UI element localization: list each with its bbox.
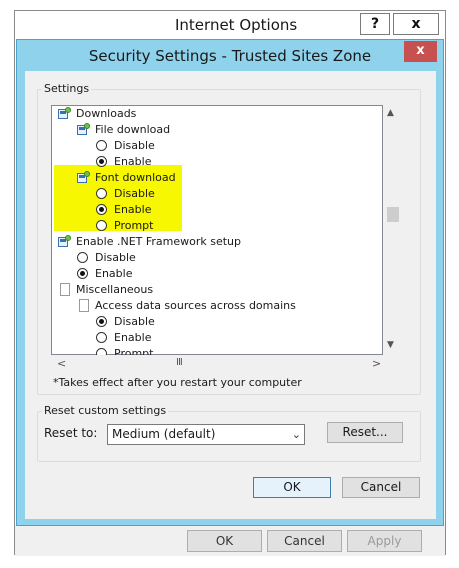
internet-options-title: Internet Options <box>175 16 298 34</box>
radio-button[interactable] <box>96 156 107 167</box>
tree-radio-option[interactable]: Enable <box>77 266 357 282</box>
io-apply-button[interactable]: Apply <box>347 530 422 552</box>
io-cancel-button[interactable]: Cancel <box>267 530 342 552</box>
io-ok-button[interactable]: OK <box>187 530 262 552</box>
settings-icon <box>58 235 71 247</box>
radio-button[interactable] <box>96 140 107 151</box>
radio-button[interactable] <box>96 204 107 215</box>
settings-group-label: Settings <box>42 82 92 95</box>
reset-level-select[interactable]: Medium (default) ⌄ <box>107 424 305 445</box>
tree-radio-option[interactable]: Disable <box>96 314 376 330</box>
dialog-close-button[interactable]: x <box>404 41 437 62</box>
tree-setting[interactable]: Font download <box>77 170 357 186</box>
radio-button[interactable] <box>96 348 107 355</box>
tree-item-label: Enable <box>95 267 133 280</box>
help-button[interactable]: ? <box>360 13 390 35</box>
reset-group-label: Reset custom settings <box>42 404 169 417</box>
radio-button[interactable] <box>96 332 107 343</box>
radio-button[interactable] <box>77 252 88 263</box>
tree-setting[interactable]: Enable .NET Framework setup <box>58 234 338 250</box>
tree-category[interactable]: Downloads <box>58 106 338 122</box>
page-icon <box>79 299 89 312</box>
vertical-scrollbar[interactable] <box>383 105 400 351</box>
tree-item-label: Enable .NET Framework setup <box>76 235 242 248</box>
restart-note: *Takes effect after you restart your com… <box>53 376 302 389</box>
radio-button[interactable] <box>96 316 107 327</box>
tree-item-label: Miscellaneous <box>76 283 154 296</box>
vertical-scroll-thumb[interactable] <box>387 207 399 222</box>
tree-item-label: Prompt <box>114 219 154 232</box>
scroll-down-icon[interactable]: ▼ <box>387 340 394 350</box>
dialog-title: Security Settings - Trusted Sites Zone <box>88 47 372 65</box>
tree-radio-option[interactable]: Prompt <box>96 346 376 355</box>
tree-setting[interactable]: Access data sources across domains <box>77 298 357 314</box>
tree-item-label: Enable <box>114 203 152 216</box>
tree-item-label: Access data sources across domains <box>95 299 296 312</box>
radio-button[interactable] <box>96 220 107 231</box>
chevron-down-icon[interactable]: ⌄ <box>292 425 301 444</box>
tree-item-label: Enable <box>114 331 152 344</box>
tree-radio-option[interactable]: Disable <box>96 186 376 202</box>
tree-item-label: Downloads <box>76 107 137 120</box>
tree-radio-option[interactable]: Enable <box>96 330 376 346</box>
scroll-up-icon[interactable]: ▲ <box>387 108 394 118</box>
settings-icon <box>58 107 71 119</box>
radio-button[interactable] <box>96 188 107 199</box>
reset-to-label: Reset to: <box>44 426 98 440</box>
reset-level-value: Medium (default) <box>112 427 216 441</box>
tree-item-label: Enable <box>114 155 152 168</box>
reset-button[interactable]: Reset... <box>327 422 403 443</box>
tree-radio-option[interactable]: Disable <box>77 250 357 266</box>
settings-icon <box>77 171 90 183</box>
tree-radio-option[interactable]: Enable <box>96 202 376 218</box>
tree-item-label: File download <box>95 123 171 136</box>
tree-category[interactable]: Miscellaneous <box>58 282 338 298</box>
tree-radio-option[interactable]: Prompt <box>96 218 376 234</box>
internet-options-titlebar: Internet Options ? x <box>15 11 445 41</box>
tree-item-label: Prompt <box>114 347 154 355</box>
horizontal-scrollbar[interactable] <box>51 355 382 370</box>
tree-setting[interactable]: File download <box>77 122 357 138</box>
io-button-bar: OK Cancel Apply <box>15 524 445 556</box>
page-icon <box>60 283 70 296</box>
tree-radio-option[interactable]: Disable <box>96 138 376 154</box>
settings-icon <box>77 123 90 135</box>
tree-item-label: Disable <box>114 315 155 328</box>
scroll-left-icon[interactable]: < <box>57 357 66 370</box>
scroll-grip-icon[interactable]: III <box>176 357 183 368</box>
tree-item-label: Disable <box>114 139 155 152</box>
scroll-right-icon[interactable]: > <box>372 357 381 370</box>
ok-button[interactable]: OK <box>253 477 331 498</box>
io-close-button[interactable]: x <box>393 13 439 35</box>
tree-item-label: Disable <box>114 187 155 200</box>
radio-button[interactable] <box>77 268 88 279</box>
tree-item-label: Disable <box>95 251 136 264</box>
tree-item-label: Font download <box>95 171 176 184</box>
tree-radio-option[interactable]: Enable <box>96 154 376 170</box>
cancel-button[interactable]: Cancel <box>342 477 420 498</box>
